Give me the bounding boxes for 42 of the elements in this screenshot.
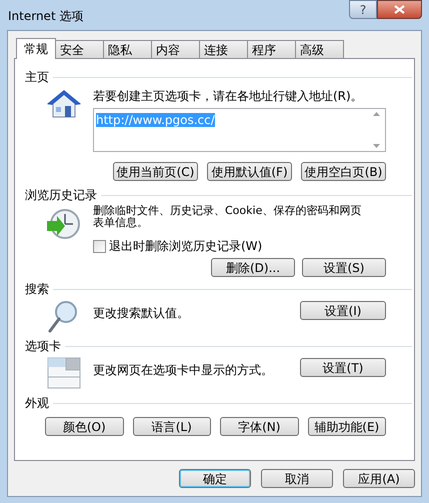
close-icon bbox=[394, 5, 405, 14]
section-title: 搜索 bbox=[25, 281, 49, 298]
search-icon bbox=[47, 300, 79, 334]
close-button[interactable] bbox=[377, 0, 422, 19]
tab[interactable]: 隐私 bbox=[104, 40, 152, 58]
tab[interactable]: 连接 bbox=[200, 40, 248, 58]
dialog-button[interactable]: 使用空白页(B) bbox=[301, 162, 386, 181]
tab[interactable]: 安全 bbox=[56, 40, 104, 58]
dialog-button[interactable]: 删除(D)... bbox=[211, 258, 295, 277]
dialog-button[interactable]: 语言(L) bbox=[132, 417, 211, 436]
window-title: Internet 选项 bbox=[8, 8, 84, 25]
description-text: 若要创建主页选项卡，请在各地址行键入地址(R)。 bbox=[93, 88, 364, 105]
tab[interactable]: 高级 bbox=[296, 40, 344, 58]
dialog-button[interactable]: 设置(I) bbox=[300, 301, 386, 320]
tab[interactable]: 常规 bbox=[16, 38, 56, 59]
dialog-button[interactable]: 设置(T) bbox=[300, 358, 386, 377]
dialog-button[interactable]: 使用当前页(C) bbox=[113, 162, 198, 181]
checkbox-label[interactable]: 退出时删除浏览历史记录(W) bbox=[109, 237, 262, 255]
section-title: 浏览历史记录 bbox=[25, 187, 97, 204]
checkbox[interactable] bbox=[93, 240, 106, 252]
help-button[interactable]: ? bbox=[349, 0, 377, 19]
dialog-button[interactable]: 设置(S) bbox=[302, 258, 386, 277]
description-text: 删除临时文件、历史记录、Cookie、保存的密码和网页表单信息。 bbox=[93, 205, 362, 229]
dialog-button[interactable]: 应用(A) bbox=[343, 469, 415, 488]
scroll-up-icon[interactable] bbox=[373, 112, 380, 116]
dialog-button[interactable]: 确定 bbox=[179, 469, 251, 488]
dialog-button[interactable]: 辅助功能(E) bbox=[308, 417, 386, 436]
description-text: 更改网页在选项卡中显示的方式。 bbox=[93, 362, 274, 379]
section-title: 选项卡 bbox=[25, 338, 61, 355]
house-icon bbox=[47, 89, 81, 119]
dialog-button[interactable]: 颜色(O) bbox=[45, 417, 124, 436]
description-text: 更改搜索默认值。 bbox=[93, 305, 190, 322]
tab[interactable]: 内容 bbox=[152, 40, 200, 58]
dialog-button[interactable]: 取消 bbox=[261, 469, 333, 488]
dialog-button[interactable]: 字体(N) bbox=[220, 417, 298, 436]
clock-icon bbox=[45, 207, 81, 241]
tab-window-icon bbox=[47, 357, 81, 389]
section-title: 主页 bbox=[25, 69, 49, 86]
scroll-down-icon[interactable] bbox=[373, 144, 380, 148]
dialog-button[interactable]: 使用默认值(F) bbox=[207, 162, 292, 181]
tab[interactable]: 程序 bbox=[248, 40, 296, 58]
section-title: 外观 bbox=[25, 395, 49, 412]
